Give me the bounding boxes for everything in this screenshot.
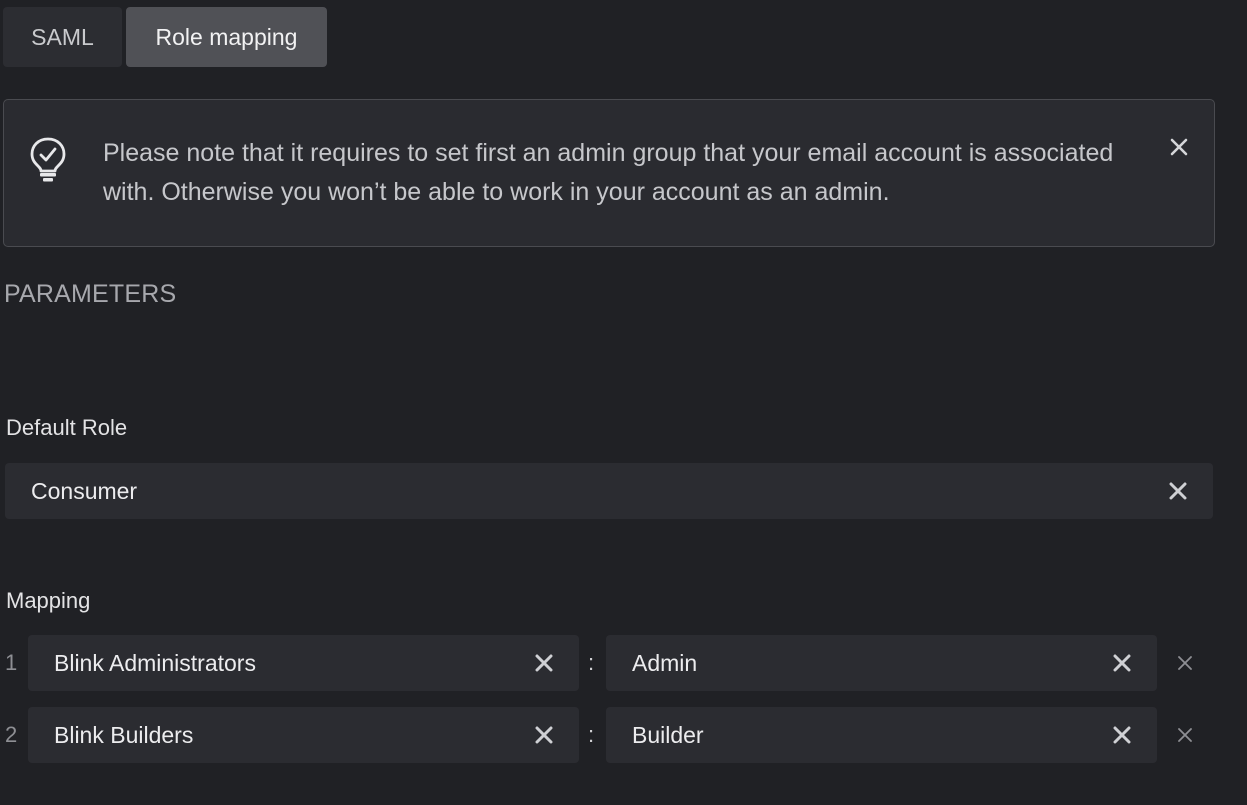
remove-mapping-row-icon[interactable] (1170, 720, 1200, 750)
tab-saml[interactable]: SAML (3, 7, 122, 67)
mapping-separator: : (588, 722, 595, 747)
mapping-role-select[interactable]: Builder (606, 707, 1157, 763)
mapping-row-index: 1 (5, 650, 18, 675)
clear-group-icon[interactable] (516, 707, 572, 763)
default-role-label: Default Role (6, 415, 128, 440)
tab-role-mapping[interactable]: Role mapping (126, 7, 327, 67)
admin-group-notice: Please note that it requires to set firs… (3, 99, 1215, 247)
default-role-value: Consumer (31, 477, 138, 504)
mapping-group-value: Blink Builders (54, 721, 194, 748)
mapping-separator: : (588, 650, 595, 675)
role-mapping-page: SAML Role mapping Please note that it re… (0, 0, 1247, 805)
mapping-role-value: Builder (632, 721, 704, 748)
mapping-role-select[interactable]: Admin (606, 635, 1157, 691)
default-role-select[interactable]: Consumer (5, 463, 1213, 519)
tab-bar: SAML Role mapping (3, 7, 327, 67)
parameters-heading: PARAMETERS (4, 280, 177, 308)
clear-group-icon[interactable] (516, 635, 572, 691)
clear-default-role-icon[interactable] (1150, 463, 1206, 519)
remove-mapping-row-icon[interactable] (1170, 648, 1200, 678)
mapping-label: Mapping (6, 588, 91, 613)
mapping-row-index: 2 (5, 722, 18, 747)
mapping-group-select[interactable]: Blink Administrators (28, 635, 579, 691)
clear-role-icon[interactable] (1094, 635, 1150, 691)
mapping-group-value: Blink Administrators (54, 649, 256, 676)
close-icon[interactable] (1164, 132, 1194, 162)
mapping-group-select[interactable]: Blink Builders (28, 707, 579, 763)
mapping-role-value: Admin (632, 649, 698, 676)
notice-text: Please note that it requires to set firs… (103, 139, 1114, 206)
lightbulb-check-icon (28, 136, 68, 182)
clear-role-icon[interactable] (1094, 707, 1150, 763)
